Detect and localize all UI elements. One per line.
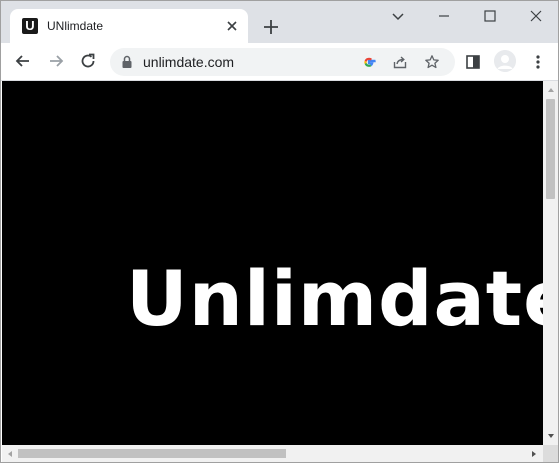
browser-toolbar: unlimdate.com — [1, 43, 558, 81]
favicon: U — [22, 18, 38, 34]
share-icon[interactable] — [392, 54, 408, 70]
lock-icon[interactable] — [121, 55, 133, 69]
google-translate-icon[interactable] — [361, 54, 377, 70]
scroll-left-arrow-icon[interactable] — [5, 449, 15, 459]
tab-unlimdate[interactable]: U UNlimdate — [10, 9, 248, 43]
brand-logo-text: Unlimdate — [126, 254, 543, 343]
close-tab-icon[interactable] — [224, 18, 240, 34]
vertical-scrollbar[interactable] — [543, 81, 558, 445]
scrollbar-corner — [543, 445, 558, 462]
scroll-up-arrow-icon[interactable] — [546, 85, 556, 95]
more-menu-icon[interactable] — [529, 53, 547, 71]
maximize-icon[interactable] — [481, 7, 499, 25]
url-text[interactable]: unlimdate.com — [143, 54, 234, 70]
horizontal-scrollbar[interactable] — [2, 445, 543, 462]
scroll-down-arrow-icon[interactable] — [546, 431, 556, 441]
profile-icon — [494, 50, 516, 72]
page-content: Unlimdate — [2, 81, 543, 445]
new-tab-icon[interactable] — [261, 17, 281, 37]
bookmark-star-icon[interactable] — [424, 54, 440, 70]
address-bar[interactable]: unlimdate.com — [110, 48, 455, 76]
tab-strip: U UNlimdate — [1, 1, 558, 43]
tab-title: UNlimdate — [47, 19, 104, 33]
tab-search-icon[interactable] — [389, 7, 407, 25]
profile-avatar[interactable] — [494, 50, 516, 72]
forward-icon[interactable] — [47, 52, 65, 70]
minimize-icon[interactable] — [435, 7, 453, 25]
reload-icon[interactable] — [79, 52, 97, 70]
close-window-icon[interactable] — [527, 7, 545, 25]
horizontal-scroll-thumb[interactable] — [18, 449, 286, 458]
vertical-scroll-thumb[interactable] — [546, 99, 555, 199]
browser-window: U UNlimdate unlimdate.com Unlimdate — [0, 0, 559, 463]
back-icon[interactable] — [14, 52, 32, 70]
side-panel-icon[interactable] — [464, 53, 482, 71]
scroll-right-arrow-icon[interactable] — [529, 449, 539, 459]
